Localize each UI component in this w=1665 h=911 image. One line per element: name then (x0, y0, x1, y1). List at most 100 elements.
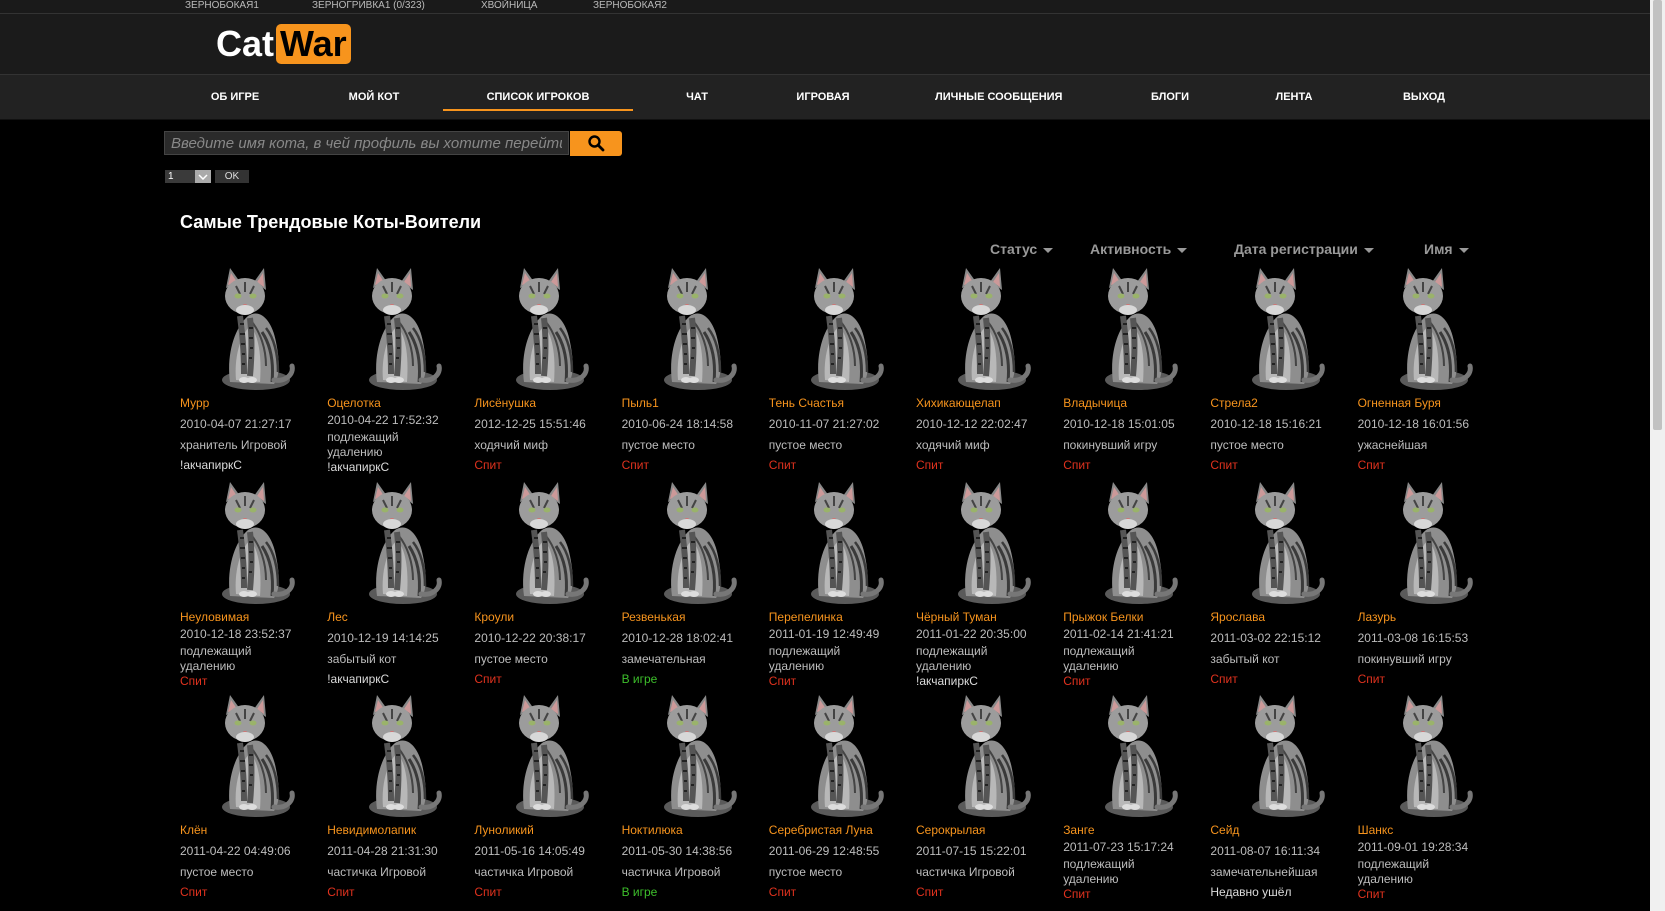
cat-name-link[interactable]: Клён (180, 823, 207, 837)
cat-avatar[interactable] (1378, 476, 1478, 608)
cat-registration-date: 2010-12-18 15:16:21 (1210, 417, 1322, 431)
cat-avatar[interactable] (1083, 689, 1183, 821)
cat-avatar[interactable] (1230, 689, 1330, 821)
top-tab[interactable]: ЗЕРНОГРИВКА1 (0/323) (312, 0, 425, 12)
top-tab[interactable]: ХВОЙНИЦА (481, 0, 537, 12)
cat-avatar[interactable] (494, 262, 594, 394)
nav-about[interactable]: ОБ ИГРЕ (210, 75, 260, 119)
cat-name-link[interactable]: Мурр (180, 396, 209, 410)
cat-avatar[interactable] (789, 689, 889, 821)
sort-label: Статус (990, 241, 1038, 257)
nav-blogs[interactable]: БЛОГИ (1150, 75, 1190, 119)
cat-avatar[interactable] (936, 689, 1036, 821)
sort-activity[interactable]: Активность (1090, 241, 1188, 257)
cat-avatar[interactable] (347, 262, 447, 394)
nav-player-list[interactable]: СПИСОК ИГРОКОВ (443, 75, 633, 119)
cat-avatar[interactable] (200, 689, 300, 821)
cat-avatar[interactable] (642, 476, 742, 608)
cat-status: !акчапиркС (327, 460, 390, 474)
cat-avatar[interactable] (347, 476, 447, 608)
nav-my-cat[interactable]: МОЙ КОТ (348, 75, 400, 119)
cat-name-link[interactable]: Серокрылая (916, 823, 985, 837)
cat-avatar[interactable] (200, 262, 300, 394)
cat-role: подлежащий удалению (1357, 857, 1430, 886)
nav-logout[interactable]: ВЫХОД (1401, 75, 1447, 119)
cat-name-link[interactable]: Перепелинка (769, 610, 843, 624)
cat-name-link[interactable]: Тень Счастья (769, 396, 844, 410)
cat-card: Чёрный Туман 2011-01-22 20:35:00 подлежащи… (916, 476, 1056, 688)
nav-game[interactable]: ИГРОВАЯ (795, 75, 851, 119)
sort-status[interactable]: Статус (990, 241, 1054, 257)
sort-registration-date[interactable]: Дата регистрации (1234, 241, 1374, 257)
search-input[interactable] (164, 131, 569, 155)
cat-card: Неуловимая 2010-12-18 23:52:37 подлежащий … (180, 476, 320, 688)
ok-button[interactable]: OK (215, 170, 249, 183)
cat-avatar[interactable] (1230, 262, 1330, 394)
cat-role: ужаснейшая (1357, 438, 1428, 452)
cat-role: замечательнейшая (1210, 865, 1318, 879)
cat-avatar[interactable] (494, 476, 594, 608)
cat-name-link[interactable]: Шанкс (1358, 823, 1394, 837)
sort-name[interactable]: Имя (1424, 241, 1469, 257)
cat-card: Шанкс 2011-09-01 19:28:34 подлежащий удале… (1357, 689, 1498, 901)
cat-name-link[interactable]: Кроули (474, 610, 514, 624)
cat-name-link[interactable]: Невидимолапик (327, 823, 416, 837)
nav-feed[interactable]: ЛЕНТА (1274, 75, 1314, 119)
cat-avatar[interactable] (1230, 476, 1330, 608)
cat-name-link[interactable]: Резвенькая (622, 610, 686, 624)
cat-name-link[interactable]: Стрела2 (1210, 396, 1257, 410)
cat-avatar[interactable] (789, 476, 889, 608)
cat-registration-date: 2010-12-28 18:02:41 (621, 630, 734, 645)
cat-name-link[interactable]: Луноликий (474, 823, 533, 837)
cat-name-link[interactable]: Неуловимая (180, 610, 249, 624)
cat-role: подлежащий удалению (1063, 857, 1135, 886)
cat-name-link[interactable]: Ярослава (1210, 610, 1265, 624)
cat-status: Спит (916, 458, 944, 472)
caret-down-icon (1043, 247, 1054, 253)
cat-name-link[interactable]: Чёрный Туман (916, 610, 997, 624)
cat-name-link[interactable]: Сейд (1210, 823, 1239, 837)
cat-name-link[interactable]: Лисёнушка (474, 396, 536, 410)
cat-avatar[interactable] (1083, 476, 1183, 608)
cat-status: !акчапиркС (327, 671, 390, 686)
site-logo[interactable]: Cat War (216, 23, 351, 64)
cat-avatar[interactable] (1378, 689, 1478, 821)
cat-registration-date: 2010-04-22 17:52:32 (327, 413, 439, 427)
nav-messages[interactable]: ЛИЧНЫЕ СООБЩЕНИЯ (935, 75, 1062, 119)
cat-name-link[interactable]: Прыжок Белки (1063, 610, 1143, 624)
cat-avatar[interactable] (936, 262, 1036, 394)
cat-avatar[interactable] (1083, 262, 1183, 394)
cat-status: Спит (1063, 887, 1091, 901)
cat-name-link[interactable]: Ноктилюка (622, 823, 683, 837)
cat-avatar[interactable] (642, 689, 742, 821)
cat-avatar[interactable] (200, 476, 300, 608)
cat-avatar[interactable] (936, 476, 1036, 608)
cat-registration-date: 2012-12-25 15:51:46 (474, 417, 586, 431)
cat-name-link[interactable]: Занге (1063, 823, 1094, 837)
cat-card: Пыль1 2010-06-24 18:14:58 пустое место Спит (622, 262, 762, 472)
cat-avatar[interactable] (347, 689, 447, 821)
scrollbar-thumb[interactable] (1653, 0, 1662, 430)
search-button[interactable] (570, 131, 622, 156)
cat-name-link[interactable]: Владычица (1063, 396, 1127, 410)
cat-name-link[interactable]: Лес (327, 610, 348, 624)
cat-avatar[interactable] (789, 262, 889, 394)
cat-name-link[interactable]: Пыль1 (622, 396, 659, 410)
scrollbar[interactable] (1650, 0, 1665, 911)
cat-avatar[interactable] (494, 689, 594, 821)
cat-name-link[interactable]: Лазурь (1358, 610, 1397, 624)
nav-active-indicator (443, 109, 633, 111)
cat-name-link[interactable]: Серебристая Луна (769, 823, 873, 837)
cat-role: хранитель Игровой (180, 438, 287, 452)
cat-avatar[interactable] (642, 262, 742, 394)
cat-registration-date: 2010-12-18 15:01:05 (1063, 417, 1175, 431)
cat-card: Невидимолапик 2011-04-28 21:31:30 частичка… (327, 689, 467, 899)
page-select[interactable]: 1 (165, 170, 211, 183)
cat-name-link[interactable]: Огненная Буря (1358, 396, 1441, 410)
nav-chat[interactable]: ЧАТ (682, 75, 712, 119)
cat-name-link[interactable]: Хихикающелап (916, 396, 1001, 410)
cat-name-link[interactable]: Оцелотка (327, 396, 381, 410)
top-tab[interactable]: ЗЕРНОБОКАЯ2 (593, 0, 667, 12)
top-tab[interactable]: ЗЕРНОБОКАЯ1 (185, 0, 259, 12)
cat-avatar[interactable] (1378, 262, 1478, 394)
